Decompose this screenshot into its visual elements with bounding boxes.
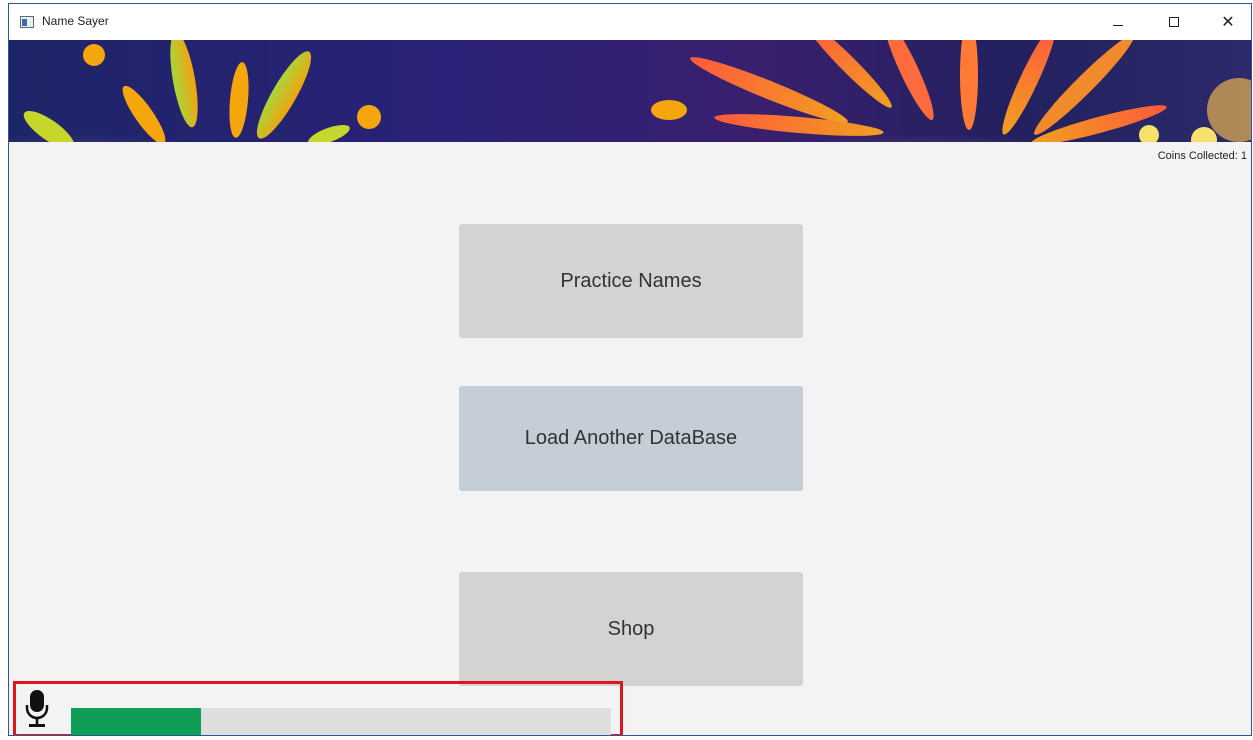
maximize-button[interactable] <box>1151 4 1197 40</box>
close-icon: ✕ <box>1221 14 1235 31</box>
microphone-level-panel <box>13 681 623 735</box>
minimize-icon <box>1113 24 1123 26</box>
app-icon <box>20 16 34 28</box>
fireworks-image <box>9 40 1251 142</box>
title-bar[interactable]: Name Sayer ✕ <box>9 4 1251 40</box>
shop-button[interactable]: Shop <box>459 572 803 686</box>
maximize-icon <box>1169 17 1179 27</box>
mic-level-fill <box>71 708 201 735</box>
mic-level-meter <box>71 708 611 735</box>
close-button[interactable]: ✕ <box>1205 4 1251 40</box>
load-database-button[interactable]: Load Another DataBase <box>459 386 803 491</box>
coins-collected-label: Coins Collected: 1 <box>1157 150 1247 162</box>
app-window: Name Sayer ✕ Coins Collected: 1 Practice… <box>8 3 1252 736</box>
practice-names-button[interactable]: Practice Names <box>459 224 803 338</box>
microphone-icon[interactable] <box>24 689 50 729</box>
window-title: Name Sayer <box>42 14 109 28</box>
minimize-button[interactable] <box>1095 4 1141 40</box>
fireworks-banner <box>9 40 1251 142</box>
